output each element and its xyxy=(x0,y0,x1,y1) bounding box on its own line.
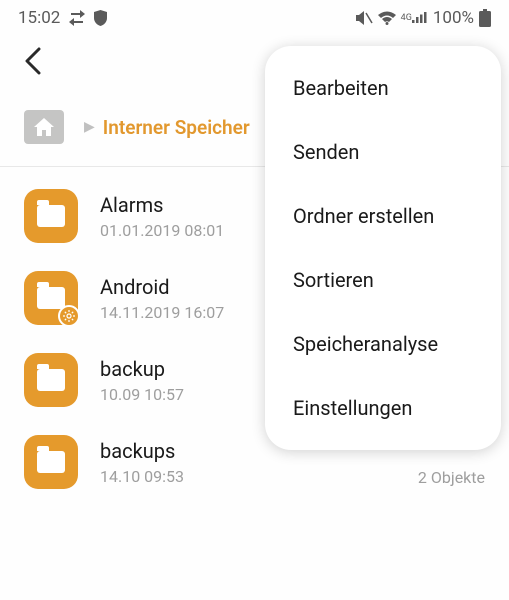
sync-icon xyxy=(68,10,86,26)
menu-item-settings[interactable]: Einstellungen xyxy=(265,376,501,440)
file-count: 2 Objekte xyxy=(418,468,485,487)
gear-icon xyxy=(58,305,80,327)
file-meta: 14.10 09:53 xyxy=(100,467,418,486)
wifi-icon xyxy=(378,11,396,25)
menu-item-storage-analysis[interactable]: Speicheranalyse xyxy=(265,312,501,376)
status-time: 15:02 xyxy=(18,8,60,28)
breadcrumb-current[interactable]: Interner Speicher xyxy=(103,116,250,139)
folder-icon xyxy=(24,435,78,489)
breadcrumb-separator: ▶ xyxy=(84,119,95,135)
battery-percent: 100% xyxy=(433,8,474,28)
menu-item-edit[interactable]: Bearbeiten xyxy=(265,56,501,120)
menu-item-send[interactable]: Senden xyxy=(265,120,501,184)
menu-item-sort[interactable]: Sortieren xyxy=(265,248,501,312)
signal-icon: 4G xyxy=(401,14,428,23)
status-bar: 15:02 4G 100% xyxy=(0,0,509,36)
folder-icon xyxy=(24,353,78,407)
home-icon[interactable] xyxy=(24,110,64,144)
folder-icon xyxy=(24,189,78,243)
shield-icon xyxy=(94,10,107,26)
menu-item-create-folder[interactable]: Ordner erstellen xyxy=(265,184,501,248)
folder-icon xyxy=(24,271,78,325)
mute-icon xyxy=(355,10,373,26)
battery-icon xyxy=(479,9,491,27)
overflow-menu: Bearbeiten Senden Ordner erstellen Sorti… xyxy=(265,46,501,450)
back-button[interactable] xyxy=(16,39,50,90)
